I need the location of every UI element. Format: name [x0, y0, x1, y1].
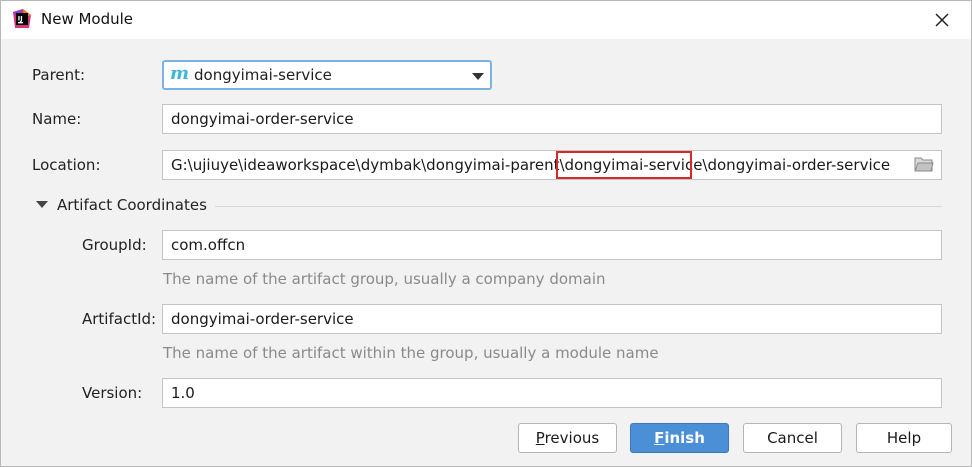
help-button[interactable]: Help — [856, 423, 952, 453]
svg-text:IJ: IJ — [18, 15, 23, 23]
intellij-idea-icon: IJ — [13, 9, 31, 28]
previous-button[interactable]: Previous — [518, 423, 617, 453]
previous-label: revious — [544, 429, 600, 447]
groupid-label: GroupId: — [82, 236, 147, 254]
highlight-box-annotation — [556, 151, 692, 179]
maven-module-icon: m — [170, 63, 190, 84]
finish-button[interactable]: Finish — [630, 423, 729, 453]
new-module-dialog: IJ New Module Parent: m dongyimai-servic… — [0, 0, 972, 467]
parent-dropdown[interactable]: m dongyimai-service — [162, 60, 492, 90]
name-label: Name: — [32, 110, 82, 128]
parent-selected-value: dongyimai-service — [194, 66, 332, 84]
previous-mnemonic: P — [535, 429, 545, 447]
close-icon[interactable] — [931, 9, 953, 31]
cancel-button[interactable]: Cancel — [743, 423, 842, 453]
version-label: Version: — [82, 384, 143, 402]
parent-label: Parent: — [32, 66, 86, 84]
groupid-input[interactable]: com.offcn — [162, 230, 942, 260]
collapse-arrow-icon[interactable] — [36, 201, 48, 208]
version-input[interactable]: 1.0 — [162, 378, 942, 408]
title-bar: IJ New Module — [1, 1, 971, 39]
section-divider — [215, 206, 942, 207]
finish-mnemonic: F — [654, 429, 665, 447]
artifact-coordinates-heading[interactable]: Artifact Coordinates — [57, 196, 207, 214]
groupid-hint: The name of the artifact group, usually … — [163, 270, 606, 288]
folder-browse-icon[interactable] — [914, 156, 934, 172]
finish-label: inish — [664, 429, 705, 447]
artifactid-input[interactable]: dongyimai-order-service — [162, 304, 942, 334]
dropdown-arrow-icon[interactable] — [472, 73, 484, 80]
artifactid-label: ArtifactId: — [82, 310, 157, 328]
location-input[interactable]: G:\ujiuye\ideaworkspace\dymbak\dongyimai… — [162, 150, 942, 180]
location-label: Location: — [32, 156, 101, 174]
artifactid-hint: The name of the artifact within the grou… — [163, 344, 659, 362]
dialog-title: New Module — [41, 10, 134, 28]
name-input[interactable]: dongyimai-order-service — [162, 104, 942, 134]
